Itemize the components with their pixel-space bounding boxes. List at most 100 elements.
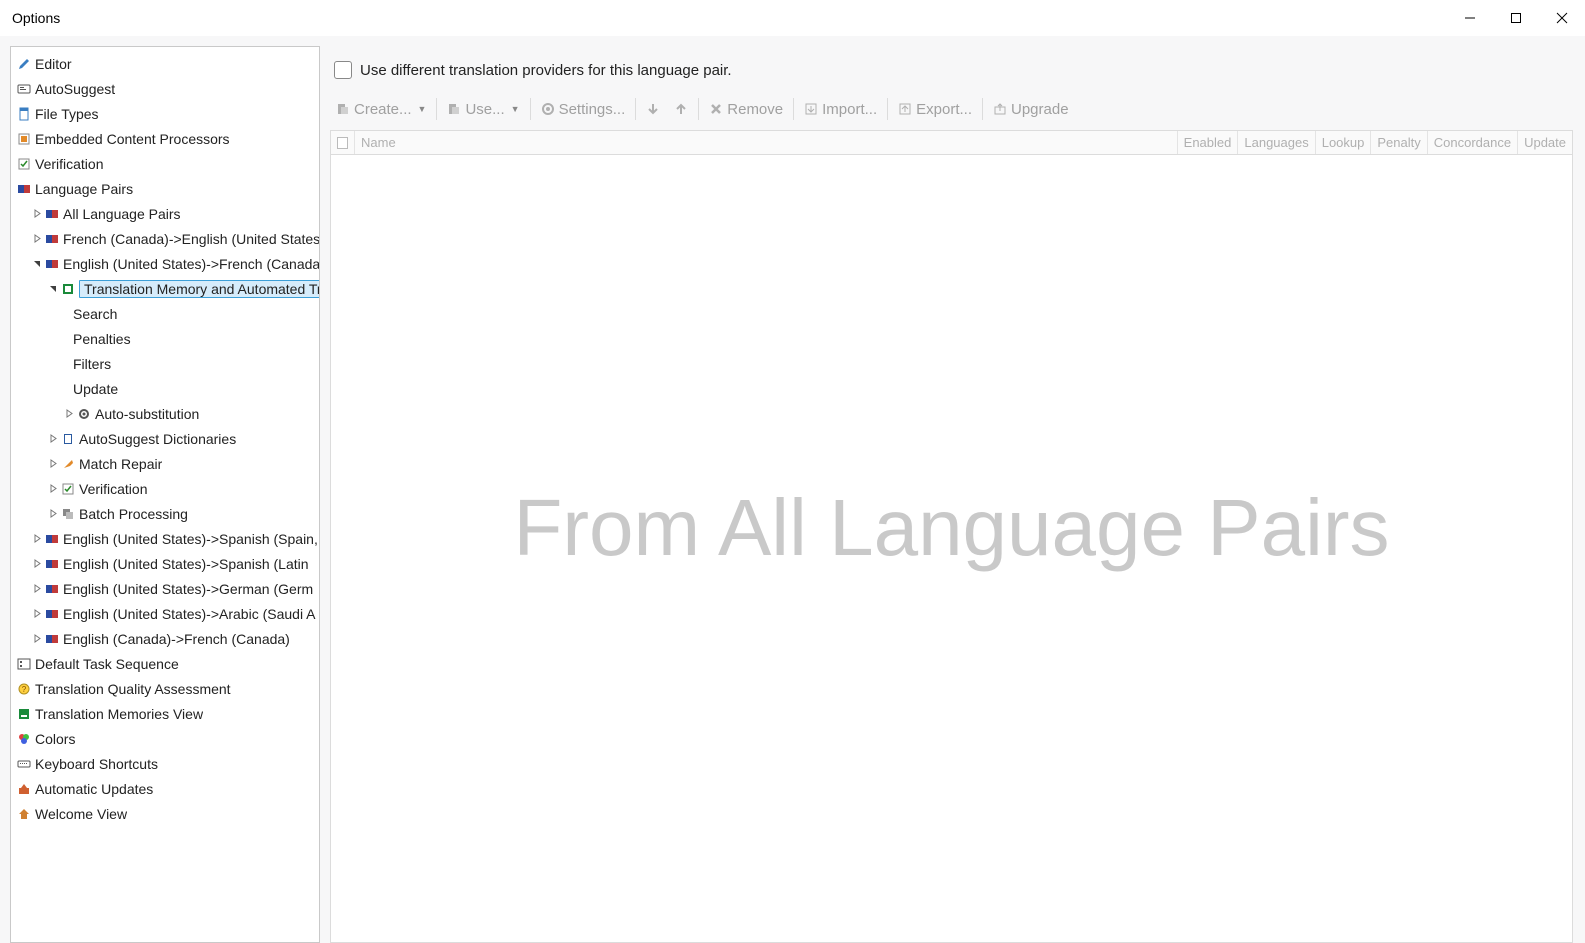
tree-item[interactable]: Verification xyxy=(11,476,319,501)
remove-button[interactable]: Remove xyxy=(703,94,789,124)
expander-open-icon[interactable] xyxy=(47,283,59,295)
tree-item[interactable]: Language Pairs xyxy=(11,176,319,201)
verify-icon xyxy=(61,482,75,496)
grid-header-lookup[interactable]: Lookup xyxy=(1316,131,1372,154)
tree-item-label: AutoSuggest xyxy=(35,81,115,97)
tqa-icon: ? xyxy=(17,682,31,696)
expander-closed-icon[interactable] xyxy=(31,558,43,570)
expander-closed-icon[interactable] xyxy=(47,458,59,470)
tree-item-label: Match Repair xyxy=(79,456,162,472)
arrow-down-icon xyxy=(646,102,660,116)
tree-item[interactable]: French (Canada)->English (United States) xyxy=(11,226,319,251)
options-window: Options EditorAutoSuggestFile TypesEmbed… xyxy=(0,0,1585,943)
tree-item[interactable]: AutoSuggest Dictionaries xyxy=(11,426,319,451)
content-pane: Use different translation providers for … xyxy=(330,46,1575,943)
tree-item[interactable]: ? Translation Quality Assessment xyxy=(11,676,319,701)
use-different-providers-row[interactable]: Use different translation providers for … xyxy=(334,54,1575,86)
tree-item-label: English (United States)->Arabic (Saudi A xyxy=(63,606,316,622)
tree-item-label: Welcome View xyxy=(35,806,127,822)
tree-item[interactable]: Automatic Updates xyxy=(11,776,319,801)
tree-item[interactable]: English (United States)->Spanish (Spain, xyxy=(11,526,319,551)
tree-item[interactable]: Match Repair xyxy=(11,451,319,476)
create-button[interactable]: Create... ▼ xyxy=(330,94,432,124)
use-icon xyxy=(447,102,461,116)
grid-header-name[interactable]: Name xyxy=(355,131,1178,154)
settings-button[interactable]: Settings... xyxy=(535,94,632,124)
tree-item[interactable]: Welcome View xyxy=(11,801,319,826)
tree-item[interactable]: Verification xyxy=(11,151,319,176)
upgrade-button[interactable]: Upgrade xyxy=(987,94,1075,124)
tree-item[interactable]: English (United States)->Spanish (Latin xyxy=(11,551,319,576)
grid-header-penalty[interactable]: Penalty xyxy=(1371,131,1427,154)
tree-item-label: Verification xyxy=(79,481,147,497)
tree-item[interactable]: Auto-substitution xyxy=(11,401,319,426)
grid-header-enabled[interactable]: Enabled xyxy=(1178,131,1239,154)
grid-header: Name Enabled Languages Lookup Penalty Co… xyxy=(331,131,1572,155)
tree-item[interactable]: AutoSuggest xyxy=(11,76,319,101)
tmview-icon xyxy=(17,707,31,721)
expander-closed-icon[interactable] xyxy=(31,633,43,645)
filetypes-icon xyxy=(17,107,31,121)
expander-closed-icon[interactable] xyxy=(47,433,59,445)
tree-item[interactable]: Translation Memory and Automated Transla… xyxy=(11,276,319,301)
expander-closed-icon[interactable] xyxy=(31,533,43,545)
keyboard-icon xyxy=(17,757,31,771)
tree-item-label: Filters xyxy=(73,356,111,372)
sidebar-tree[interactable]: Editor AutoSuggest File Types Embedded Cont… xyxy=(10,46,320,943)
tree-item[interactable]: Colors xyxy=(11,726,319,751)
tree-item[interactable]: English (United States)->French (Canada) xyxy=(11,251,319,276)
export-icon xyxy=(898,102,912,116)
expander-closed-icon[interactable] xyxy=(47,508,59,520)
expander-closed-icon[interactable] xyxy=(63,408,75,420)
langpair-icon xyxy=(45,207,59,221)
tree-item[interactable]: Editor xyxy=(11,51,319,76)
tree-item-label: Keyboard Shortcuts xyxy=(35,756,158,772)
expander-closed-icon[interactable] xyxy=(31,583,43,595)
tree-item-label: English (Canada)->French (Canada) xyxy=(63,631,290,647)
verify-icon xyxy=(17,157,31,171)
expander-open-icon[interactable] xyxy=(31,258,43,270)
tree-item[interactable]: Update xyxy=(11,376,319,401)
upgrade-icon xyxy=(993,102,1007,116)
use-different-providers-checkbox[interactable] xyxy=(334,61,352,79)
tree-item[interactable]: English (United States)->German (Germ xyxy=(11,576,319,601)
move-down-button[interactable] xyxy=(640,94,666,124)
tree-item[interactable]: Filters xyxy=(11,351,319,376)
close-button[interactable] xyxy=(1539,0,1585,36)
import-button[interactable]: Import... xyxy=(798,94,883,124)
tree-item-label: File Types xyxy=(35,106,99,122)
tree-item-label: Verification xyxy=(35,156,103,172)
minimize-button[interactable] xyxy=(1447,0,1493,36)
grid-header-update[interactable]: Update xyxy=(1518,131,1572,154)
tree-item[interactable]: Translation Memories View xyxy=(11,701,319,726)
langpair-icon xyxy=(45,607,59,621)
grid-header-languages[interactable]: Languages xyxy=(1238,131,1315,154)
tree-item[interactable]: Default Task Sequence xyxy=(11,651,319,676)
tree-item[interactable]: File Types xyxy=(11,101,319,126)
move-up-button[interactable] xyxy=(668,94,694,124)
tree-item[interactable]: English (United States)->Arabic (Saudi A xyxy=(11,601,319,626)
tree-item[interactable]: Batch Processing xyxy=(11,501,319,526)
expander-closed-icon[interactable] xyxy=(31,208,43,220)
maximize-button[interactable] xyxy=(1493,0,1539,36)
create-icon xyxy=(336,102,350,116)
embedded-icon xyxy=(17,132,31,146)
export-button[interactable]: Export... xyxy=(892,94,978,124)
tree-item-label: Embedded Content Processors xyxy=(35,131,230,147)
tree-item-label: English (United States)->German (Germ xyxy=(63,581,313,597)
tree-item[interactable]: Search xyxy=(11,301,319,326)
expander-closed-icon[interactable] xyxy=(47,483,59,495)
tree-item-label: Colors xyxy=(35,731,75,747)
tm-icon xyxy=(61,282,75,296)
tree-item[interactable]: All Language Pairs xyxy=(11,201,319,226)
tree-item[interactable]: English (Canada)->French (Canada) xyxy=(11,626,319,651)
grid-header-concordance[interactable]: Concordance xyxy=(1428,131,1518,154)
tree-item-label: Translation Quality Assessment xyxy=(35,681,231,697)
tree-item[interactable]: Embedded Content Processors xyxy=(11,126,319,151)
tree-item[interactable]: Keyboard Shortcuts xyxy=(11,751,319,776)
use-button[interactable]: Use... ▼ xyxy=(441,94,525,124)
expander-closed-icon[interactable] xyxy=(31,233,43,245)
grid-header-checkbox[interactable] xyxy=(331,131,355,154)
expander-closed-icon[interactable] xyxy=(31,608,43,620)
tree-item[interactable]: Penalties xyxy=(11,326,319,351)
